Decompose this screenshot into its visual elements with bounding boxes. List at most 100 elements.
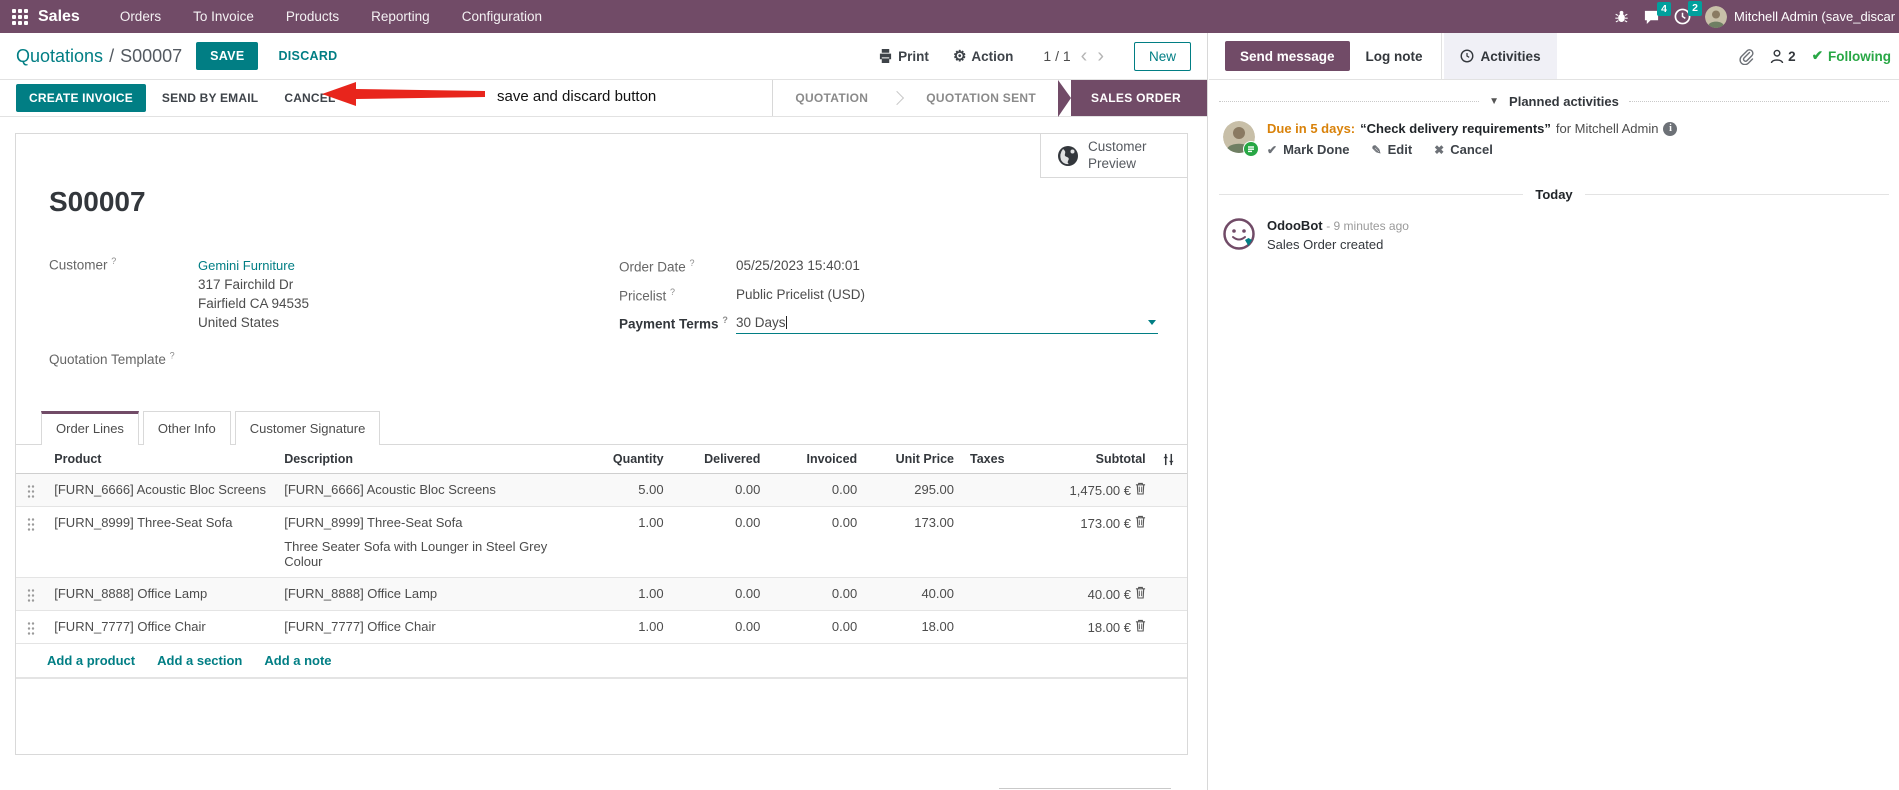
order-line-row[interactable]: [FURN_8888] Office Lamp [FURN_8888] Offi… — [16, 577, 1187, 611]
cell-invoiced: 0.00 — [768, 473, 866, 507]
col-taxes[interactable]: Taxes — [962, 445, 1035, 474]
planned-activities-header[interactable]: ▼ Planned activities — [1209, 80, 1899, 117]
cell-product: [FURN_7777] Office Chair — [46, 610, 277, 644]
tab-customer-signature[interactable]: Customer Signature — [234, 411, 381, 445]
nav-item-orders[interactable]: Orders — [108, 1, 173, 32]
user-menu[interactable]: Mitchell Admin (save_discar — [1705, 5, 1895, 28]
delete-row-icon[interactable] — [1135, 619, 1146, 632]
print-button[interactable]: Print — [870, 43, 937, 70]
col-product[interactable]: Product — [46, 445, 277, 474]
action-button[interactable]: ⚙ Action — [945, 41, 1021, 71]
activity-avatar[interactable] — [1223, 121, 1259, 157]
field-hint: ? — [722, 315, 728, 325]
pricelist-label: Pricelist ? — [619, 286, 676, 304]
nav-item-reporting[interactable]: Reporting — [359, 1, 442, 32]
save-button[interactable]: SAVE — [196, 42, 259, 70]
order-lines-footer: Add a product Add a section Add a note — [16, 644, 1187, 679]
main-content: Quotations / S00007 SAVE DISCARD save an… — [0, 33, 1208, 790]
delete-row-icon[interactable] — [1135, 515, 1146, 528]
activities-button[interactable]: Activities — [1443, 33, 1557, 79]
drag-handle-icon[interactable] — [27, 517, 36, 531]
attachment-paperclip-icon[interactable] — [1738, 48, 1754, 65]
app-name[interactable]: Sales — [38, 8, 80, 26]
messages-icon[interactable]: 4 — [1643, 1, 1671, 25]
order-line-row[interactable]: [FURN_8999] Three-Seat Sofa [FURN_8999] … — [16, 506, 1187, 578]
annotation-text: save and discard button — [497, 88, 657, 105]
edit-activity-button[interactable]: ✎ Edit — [1372, 142, 1413, 157]
send-by-email-button[interactable]: SEND BY EMAIL — [152, 84, 268, 112]
chatter-panel: Send message Log note Activities 2 ✔ Fol… — [1209, 33, 1899, 790]
pager-prev-icon[interactable]: ‹ — [1081, 46, 1088, 66]
today-separator: Today — [1209, 167, 1899, 212]
delete-row-icon[interactable] — [1135, 482, 1146, 495]
nav-item-configuration[interactable]: Configuration — [450, 1, 554, 32]
order-date-label: Order Date ? — [619, 258, 695, 275]
customer-name-link[interactable]: Gemini Furniture — [198, 258, 309, 273]
activity-assignee: for Mitchell Admin — [1555, 121, 1659, 136]
col-unit-price[interactable]: Unit Price — [865, 445, 962, 474]
tab-other-info[interactable]: Other Info — [142, 411, 231, 445]
apps-grid-icon[interactable] — [12, 8, 28, 25]
breadcrumb-quotations[interactable]: Quotations — [16, 46, 103, 67]
customer-preview-button[interactable]: Customer Preview — [1040, 134, 1187, 178]
add-note-link[interactable]: Add a note — [264, 653, 331, 668]
create-invoice-button[interactable]: CREATE INVOICE — [16, 84, 146, 112]
log-note-button[interactable]: Log note — [1350, 33, 1439, 79]
address-line-1: 317 Fairchild Dr — [198, 277, 294, 292]
delete-row-icon[interactable] — [1135, 586, 1146, 599]
drag-handle-icon[interactable] — [27, 484, 36, 498]
cell-unit-price: 18.00 — [865, 610, 962, 644]
stage-active-arrow-icon — [1058, 79, 1072, 117]
optional-columns-icon[interactable] — [1153, 445, 1187, 474]
quotation-template-label[interactable]: Quotation Template ? — [49, 350, 175, 367]
order-line-row[interactable]: [FURN_6666] Acoustic Bloc Screens [FURN_… — [16, 473, 1187, 507]
drag-handle-icon[interactable] — [27, 588, 36, 602]
cancel-activity-button[interactable]: ✖ Cancel — [1434, 142, 1493, 157]
tab-order-lines[interactable]: Order Lines — [41, 411, 139, 445]
control-panel: Quotations / S00007 SAVE DISCARD save an… — [0, 33, 1207, 106]
stage-quotation[interactable]: QUOTATION — [773, 80, 890, 116]
field-hint: ? — [169, 350, 175, 360]
cell-subtotal: 173.00 € — [1034, 506, 1154, 578]
message-item: OdooBot - 9 minutes ago Sales Order crea… — [1209, 212, 1899, 258]
followers-button[interactable]: 2 — [1770, 49, 1796, 64]
cancel-button[interactable]: CANCEL — [274, 84, 345, 112]
messages-badge: 4 — [1657, 1, 1671, 17]
cell-taxes — [962, 506, 1035, 578]
user-avatar — [1705, 5, 1727, 28]
info-icon[interactable]: i — [1663, 121, 1678, 136]
add-section-link[interactable]: Add a section — [157, 653, 242, 668]
stage-separator-icon — [890, 90, 905, 106]
col-description[interactable]: Description — [276, 445, 579, 474]
new-button[interactable]: New — [1133, 41, 1191, 71]
nav-item-to-invoice[interactable]: To Invoice — [181, 1, 266, 32]
stage-sales-order[interactable]: SALES ORDER — [1071, 80, 1207, 116]
nav-item-products[interactable]: Products — [274, 1, 351, 32]
payment-terms-input[interactable]: 30 Days — [736, 315, 1158, 334]
send-message-button[interactable]: Send message — [1225, 41, 1350, 71]
mark-done-button[interactable]: ✔ Mark Done — [1267, 142, 1350, 157]
col-quantity[interactable]: Quantity — [578, 445, 672, 474]
customer-label: Customer ? — [49, 256, 117, 273]
divider — [1440, 33, 1442, 79]
debug-bug-icon[interactable] — [1614, 9, 1629, 24]
order-date-value[interactable]: 05/25/2023 15:40:01 — [736, 258, 860, 273]
cell-quantity: 1.00 — [578, 610, 672, 644]
form-area: Customer Preview S00007 Customer ? Gemin… — [0, 117, 1207, 789]
message-author[interactable]: OdooBot — [1267, 218, 1323, 233]
col-invoiced[interactable]: Invoiced — [768, 445, 866, 474]
stage-quotation-sent[interactable]: QUOTATION SENT — [904, 80, 1058, 116]
discard-button[interactable]: DISCARD — [270, 42, 345, 70]
activities-clock-icon[interactable]: 2 — [1674, 1, 1702, 25]
pricelist-value[interactable]: Public Pricelist (USD) — [736, 287, 865, 302]
add-product-link[interactable]: Add a product — [47, 653, 135, 668]
col-delivered[interactable]: Delivered — [671, 445, 769, 474]
dropdown-caret-icon[interactable] — [1148, 320, 1156, 325]
pager-next-icon[interactable]: › — [1097, 46, 1104, 66]
following-button[interactable]: ✔ Following — [1812, 48, 1891, 64]
drag-handle-icon[interactable] — [27, 621, 36, 635]
col-subtotal[interactable]: Subtotal — [1034, 445, 1154, 474]
cell-quantity: 1.00 — [578, 577, 672, 611]
total-box: Total: 1,706.00 € — [999, 788, 1171, 789]
order-line-row[interactable]: [FURN_7777] Office Chair [FURN_7777] Off… — [16, 610, 1187, 644]
